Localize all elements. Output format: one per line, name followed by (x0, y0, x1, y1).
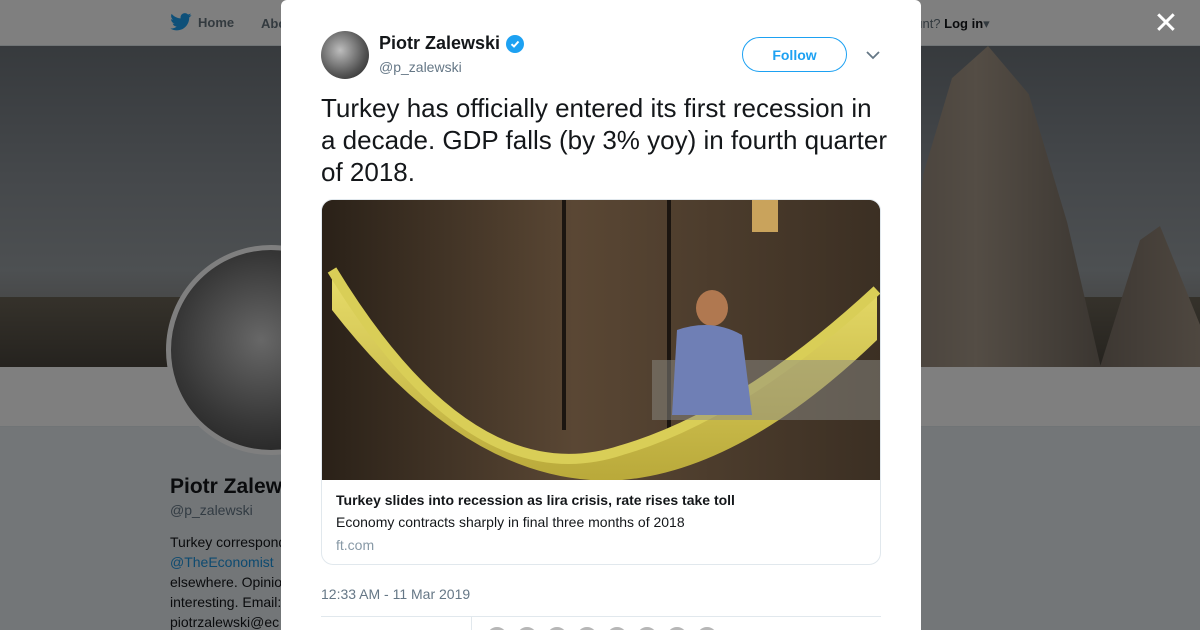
liker-avatar[interactable] (546, 626, 568, 630)
close-icon[interactable]: ✕ (1152, 9, 1180, 39)
liker-avatar[interactable] (516, 626, 538, 630)
author-avatar[interactable] (321, 31, 369, 79)
liker-avatars (486, 626, 718, 630)
liker-avatar[interactable] (636, 626, 658, 630)
liker-avatar[interactable] (576, 626, 598, 630)
tweet-text: Turkey has officially entered its first … (321, 93, 888, 187)
card-description: Economy contracts sharply in final three… (336, 514, 685, 530)
link-card[interactable]: Turkey slides into recession as lira cri… (321, 199, 881, 565)
liker-avatar[interactable] (696, 626, 718, 630)
card-title: Turkey slides into recession as lira cri… (336, 492, 735, 508)
card-domain: ft.com (336, 537, 375, 553)
liker-avatar[interactable] (666, 626, 688, 630)
card-image (322, 200, 880, 480)
author-handle[interactable]: @p_zalewski (379, 59, 462, 75)
divider (321, 616, 881, 617)
author-name[interactable]: Piotr Zalewski (379, 33, 525, 54)
divider (471, 617, 472, 630)
tweet-modal: Piotr Zalewski @p_zalewski Follow Turkey… (281, 0, 921, 630)
chevron-down-icon[interactable] (864, 46, 882, 64)
author-name-text: Piotr Zalewski (379, 33, 501, 53)
tweet-timestamp[interactable]: 12:33 AM - 11 Mar 2019 (321, 586, 470, 602)
verified-badge-icon (506, 34, 525, 53)
liker-avatar[interactable] (606, 626, 628, 630)
follow-button[interactable]: Follow (742, 37, 847, 72)
liker-avatar[interactable] (486, 626, 508, 630)
